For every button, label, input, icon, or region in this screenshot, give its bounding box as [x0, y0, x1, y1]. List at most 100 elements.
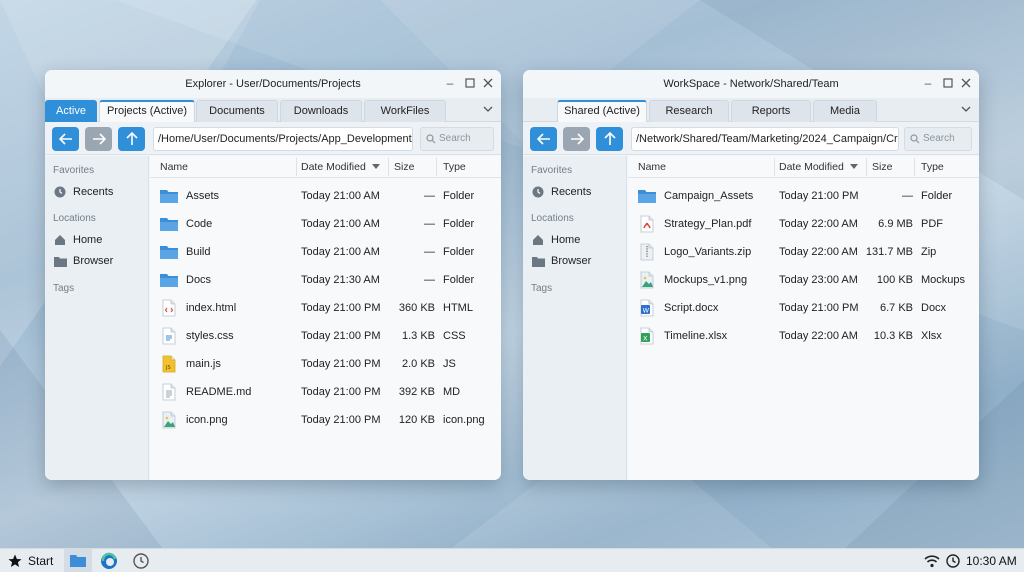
arrow-left-icon: [58, 133, 72, 145]
path-field[interactable]: /Home/User/Documents/Projects/App_Develo…: [153, 127, 413, 151]
taskbar-file-explorer[interactable]: [64, 549, 92, 572]
file-size: 6.9 MB: [878, 218, 913, 230]
file-type: icon.png: [443, 414, 485, 426]
word-file-icon: W: [640, 299, 654, 317]
search-input[interactable]: Search: [420, 127, 494, 151]
file-name: Logo_Variants.zip: [664, 246, 752, 258]
file-type: Xlsx: [921, 330, 942, 342]
window-title: Explorer - User/Documents/Projects: [185, 78, 361, 90]
home-icon: [55, 235, 65, 245]
sidebar-item-recents[interactable]: Recents: [531, 184, 591, 200]
window-title: WorkSpace - Network/Shared/Team: [663, 78, 839, 90]
minimize-button[interactable]: –: [443, 76, 457, 90]
table-row[interactable]: index.html Today 21:00 PM 360 KB HTML: [150, 294, 501, 322]
close-button[interactable]: [959, 76, 973, 90]
explorer-window: Explorer - User/Documents/Projects – Act…: [45, 70, 501, 480]
file-name: Script.docx: [664, 302, 719, 314]
file-name: Campaign_Assets: [664, 190, 754, 202]
path-field[interactable]: /Network/Shared/Team/Marketing/2024_Camp…: [631, 127, 899, 151]
search-input[interactable]: Search: [904, 127, 972, 151]
toolbar: /Home/User/Documents/Projects/App_Develo…: [45, 122, 501, 155]
sidebar-item-home[interactable]: Home: [531, 232, 580, 248]
maximize-button[interactable]: [463, 76, 477, 90]
table-row[interactable]: Docs Today 21:30 AM — Folder: [150, 266, 501, 294]
tab-active[interactable]: Active: [45, 100, 97, 122]
back-button[interactable]: [52, 127, 79, 151]
column-header-row: Name Date Modified Size Type: [628, 156, 979, 178]
column-header-type[interactable]: Type: [443, 161, 466, 173]
table-row[interactable]: Code Today 21:00 AM — Folder: [150, 210, 501, 238]
table-row[interactable]: W Script.docx Today 21:00 PM 6.7 KB Docx: [628, 294, 979, 322]
column-header-size[interactable]: Size: [394, 161, 414, 173]
sidebar-item-recents[interactable]: Recents: [53, 184, 113, 200]
chevron-down-icon[interactable]: [483, 104, 493, 114]
tab-research[interactable]: Research: [649, 100, 729, 122]
sidebar-item-home[interactable]: Home: [53, 232, 102, 248]
title-bar[interactable]: WorkSpace - Network/Shared/Team –: [523, 70, 979, 98]
up-button[interactable]: [118, 127, 145, 151]
column-header-name[interactable]: Name: [160, 161, 188, 173]
close-icon: [483, 78, 493, 88]
table-row[interactable]: Campaign_Assets Today 21:00 PM — Folder: [628, 182, 979, 210]
table-row[interactable]: X Timeline.xlsx Today 22:00 AM 10.3 KB Xlsx: [628, 322, 979, 350]
column-header-date[interactable]: Date Modified: [301, 161, 380, 173]
image-file-icon: [162, 411, 176, 429]
up-button[interactable]: [596, 127, 623, 151]
sort-desc-icon: [371, 164, 380, 169]
file-date-modified: Today 21:30 AM: [301, 274, 380, 286]
file-type: PDF: [921, 218, 943, 230]
maximize-button[interactable]: [941, 76, 955, 90]
file-list: Name Date Modified Size Type Campaign_As…: [628, 156, 979, 480]
table-row[interactable]: README.md Today 21:00 PM 392 KB MD: [150, 378, 501, 406]
clock-icon: [54, 186, 66, 198]
forward-button[interactable]: [85, 127, 112, 151]
table-row[interactable]: Assets Today 21:00 AM — Folder: [150, 182, 501, 210]
file-type: JS: [443, 358, 456, 370]
title-bar[interactable]: Explorer - User/Documents/Projects –: [45, 70, 501, 98]
tab-shared[interactable]: Shared (Active): [557, 100, 647, 122]
file-date-modified: Today 21:00 PM: [301, 330, 381, 342]
wifi-icon[interactable]: [924, 554, 940, 568]
tab-downloads[interactable]: Downloads: [280, 100, 362, 122]
file-rows: Campaign_Assets Today 21:00 PM — Folder Stra…: [628, 178, 979, 350]
table-row[interactable]: Logo_Variants.zip Today 22:00 AM 131.7 MB Z…: [628, 238, 979, 266]
column-header-size[interactable]: Size: [872, 161, 892, 173]
forward-button[interactable]: [563, 127, 590, 151]
table-row[interactable]: icon.png Today 21:00 PM 120 KB icon.png: [150, 406, 501, 434]
start-button[interactable]: Start: [8, 553, 53, 569]
table-row[interactable]: JS main.js Today 21:00 PM 2.0 KB JS: [150, 350, 501, 378]
column-header-type[interactable]: Type: [921, 161, 944, 173]
column-header-name[interactable]: Name: [638, 161, 666, 173]
tab-reports[interactable]: Reports: [731, 100, 811, 122]
sidebar-item-browser[interactable]: Browser: [531, 253, 591, 269]
system-clock[interactable]: 10:30 AM: [966, 554, 1017, 568]
column-header-date[interactable]: Date Modified: [779, 161, 858, 173]
arrow-left-icon: [536, 133, 550, 145]
table-row[interactable]: Mockups_v1.png Today 23:00 AM 100 KB Mockup…: [628, 266, 979, 294]
arrow-right-icon: [570, 133, 584, 145]
sidebar: Favorites Recents Locations Home Browser…: [45, 156, 149, 480]
taskbar-clock-app[interactable]: [132, 552, 150, 570]
sidebar-item-label: Browser: [73, 255, 114, 267]
chevron-down-icon[interactable]: [961, 104, 971, 114]
minimize-button[interactable]: –: [921, 76, 935, 90]
edge-browser-icon: [101, 552, 117, 569]
table-row[interactable]: Strategy_Plan.pdf Today 22:00 AM 6.9 MB PDF: [628, 210, 979, 238]
tab-media[interactable]: Media: [813, 100, 877, 122]
tab-workfiles[interactable]: WorkFiles: [364, 100, 446, 122]
back-button[interactable]: [530, 127, 557, 151]
file-type: Zip: [921, 246, 937, 258]
table-row[interactable]: styles.css Today 21:00 PM 1.3 KB CSS: [150, 322, 501, 350]
excel-file-icon: X: [640, 327, 654, 345]
tab-documents[interactable]: Documents: [196, 100, 278, 122]
svg-text:JS: JS: [165, 365, 171, 371]
tab-projects[interactable]: Projects (Active): [99, 100, 195, 122]
pdf-file-icon: [640, 215, 654, 233]
css-file-icon: [162, 327, 176, 345]
sidebar-item-browser[interactable]: Browser: [53, 253, 113, 269]
table-row[interactable]: Build Today 21:00 AM — Folder: [150, 238, 501, 266]
text-file-icon: [162, 383, 176, 401]
file-name: Timeline.xlsx: [664, 330, 728, 342]
close-button[interactable]: [481, 76, 495, 90]
taskbar-edge-browser[interactable]: [100, 552, 118, 570]
